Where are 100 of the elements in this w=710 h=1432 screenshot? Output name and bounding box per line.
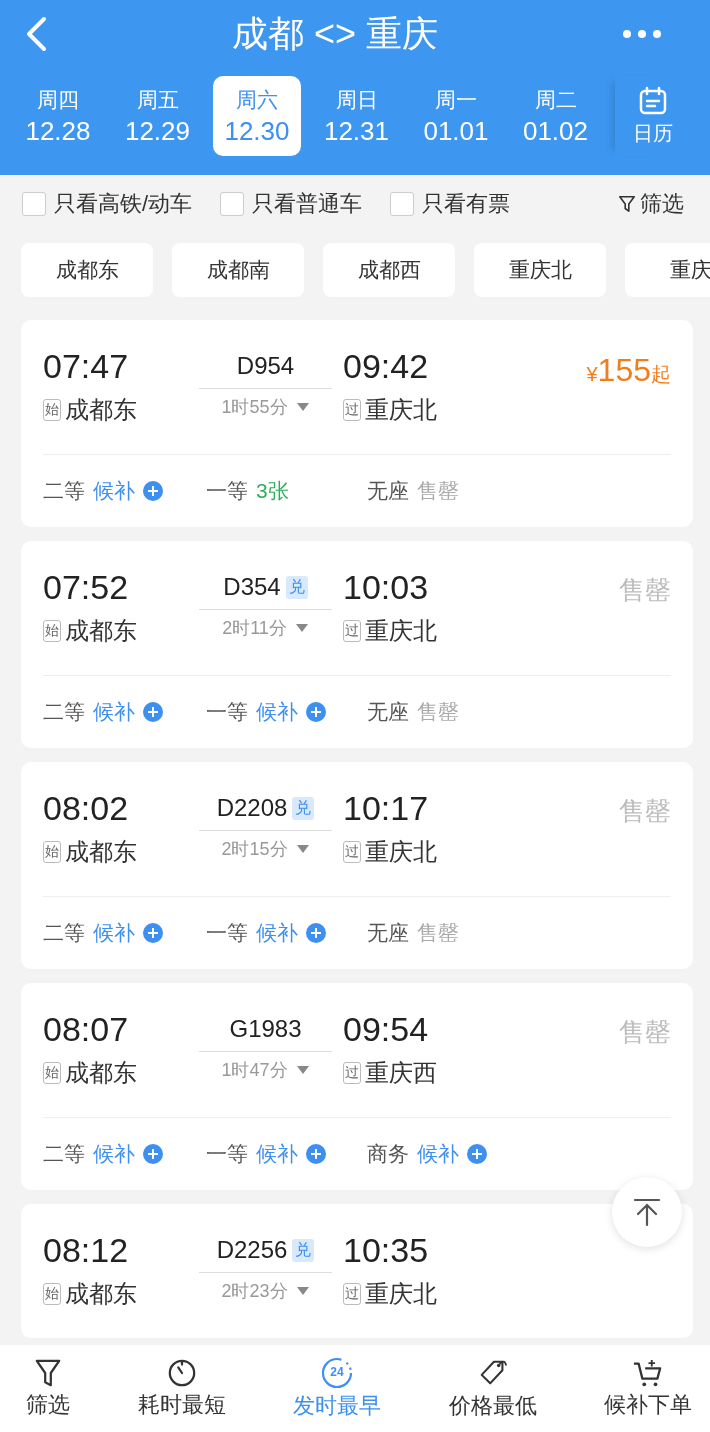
seat-class: 二等: [43, 699, 85, 725]
dropdown-icon[interactable]: [295, 844, 310, 854]
duration-label: 2时11分: [222, 617, 287, 640]
exchange-badge: 兑: [292, 796, 315, 820]
depart-time: 08:02: [43, 788, 130, 828]
exchange-badge: 兑: [285, 575, 308, 599]
more-icon[interactable]: [622, 29, 662, 39]
duration-label: 1时47分: [221, 1059, 288, 1082]
plus-icon[interactable]: [467, 1144, 487, 1164]
depart-time: 07:47: [43, 346, 130, 386]
pass-tag: 过: [343, 620, 361, 642]
origin-tag: 始: [43, 620, 61, 642]
filter-checkbox[interactable]: 只看有票: [390, 189, 511, 219]
plus-icon[interactable]: [143, 1144, 163, 1164]
sort-tab[interactable]: 耗时最短: [137, 1357, 226, 1420]
arrive-station: 重庆北: [365, 395, 437, 425]
filter-button[interactable]: 筛选: [618, 189, 684, 219]
seat-status: 候补: [93, 699, 135, 725]
plus-icon[interactable]: [306, 923, 326, 943]
pass-tag: 过: [343, 399, 361, 421]
sort-tab[interactable]: 候补下单: [604, 1357, 692, 1420]
train-number: D2256: [216, 1236, 288, 1264]
dropdown-icon[interactable]: [295, 1065, 310, 1075]
arrive-time: 10:03: [343, 567, 430, 607]
seat-class: 二等: [43, 920, 85, 946]
dropdown-icon[interactable]: [294, 623, 309, 633]
seat-class: 无座: [367, 920, 409, 946]
train-number: D354: [223, 573, 281, 601]
seat-status: 候补: [93, 1141, 135, 1167]
plus-icon[interactable]: [306, 702, 326, 722]
sort-tab[interactable]: 价格最低: [448, 1356, 537, 1421]
train-number: D2208: [216, 794, 288, 822]
back-icon[interactable]: [24, 16, 48, 52]
seat-status: 售罄: [417, 920, 459, 946]
train-card[interactable]: 07:52 始 成都东 D354 兑 2时11分 10:03 过 重庆北 售罄 二等 候补 一等 候补 无座 售罄: [21, 541, 693, 748]
filter-icon: [34, 1357, 62, 1388]
cart-icon: [632, 1357, 664, 1388]
pass-tag: 过: [343, 841, 361, 863]
arrive-time: 10:35: [343, 1230, 430, 1270]
plus-icon[interactable]: [143, 702, 163, 722]
arrive-time: 10:17: [343, 788, 430, 828]
depart-station: 成都东: [65, 1279, 137, 1309]
plus-icon[interactable]: [143, 923, 163, 943]
depart-station: 成都东: [65, 395, 137, 425]
station-chip[interactable]: 重庆北: [474, 243, 606, 297]
arrow-up-icon: [632, 1197, 662, 1227]
clock-icon: 24: [321, 1356, 353, 1389]
route-title: 成都 <> 重庆: [231, 11, 439, 56]
station-chip[interactable]: 成都东: [21, 243, 153, 297]
train-number: D954: [236, 352, 295, 380]
depart-time: 08:12: [43, 1230, 130, 1270]
seat-class: 一等: [206, 1141, 248, 1167]
origin-tag: 始: [43, 1062, 61, 1084]
train-card[interactable]: 07:47 始 成都东 D954 1时55分 09:42 过 重庆北 ¥155起 二等 候补 一等 3张 无座 售罄: [21, 320, 693, 527]
dropdown-icon[interactable]: [295, 402, 310, 412]
seat-status: 候补: [256, 1141, 298, 1167]
depart-station: 成都东: [65, 837, 137, 867]
train-card[interactable]: 08:12 始 成都东 D2256 兑 2时23分 10:35 过 重庆北: [21, 1204, 693, 1338]
sold-out-label: 售罄: [619, 796, 671, 826]
seat-status: 候补: [256, 699, 298, 725]
dropdown-icon[interactable]: [295, 1286, 310, 1296]
plus-icon[interactable]: [306, 1144, 326, 1164]
plus-icon[interactable]: [143, 481, 163, 501]
arrive-station: 重庆北: [365, 616, 437, 646]
station-chip[interactable]: 成都西: [323, 243, 455, 297]
stopwatch-icon: [166, 1357, 197, 1388]
seat-class: 无座: [367, 699, 409, 725]
filter-checkbox[interactable]: 只看高铁/动车: [22, 189, 193, 219]
price-label: ¥155起: [586, 352, 671, 388]
duration-label: 2时15分: [221, 838, 288, 861]
train-card[interactable]: 08:02 始 成都东 D2208 兑 2时15分 10:17 过 重庆北 售罄 二等 候补 一等 候补 无座 售罄: [21, 762, 693, 969]
seat-status: 候补: [93, 920, 135, 946]
duration-label: 2时23分: [221, 1280, 288, 1303]
origin-tag: 始: [43, 399, 61, 421]
arrive-station: 重庆西: [365, 1058, 437, 1088]
seat-status: 3张: [256, 478, 289, 504]
sold-out-label: 售罄: [619, 575, 671, 605]
pass-tag: 过: [343, 1062, 361, 1084]
seat-class: 一等: [206, 699, 248, 725]
filter-checkbox[interactable]: 只看普通车: [220, 189, 363, 219]
train-number: G1983: [229, 1015, 302, 1043]
depart-station: 成都东: [65, 1058, 137, 1088]
station-chip[interactable]: 成都南: [172, 243, 304, 297]
sold-out-label: 售罄: [619, 1017, 671, 1047]
calendar-icon: [638, 85, 668, 116]
train-card[interactable]: 08:07 始 成都东 G1983 1时47分 09:54 过 重庆西 售罄 二等 候补 一等 候补 商务 候补: [21, 983, 693, 1190]
arrive-time: 09:54: [343, 1009, 430, 1049]
seat-status: 售罄: [417, 478, 459, 504]
sort-tab[interactable]: 筛选: [26, 1357, 70, 1420]
pass-tag: 过: [343, 1283, 361, 1305]
origin-tag: 始: [43, 841, 61, 863]
depart-time: 08:07: [43, 1009, 130, 1049]
seat-class: 二等: [43, 1141, 85, 1167]
seat-status: 候补: [417, 1141, 459, 1167]
arrive-station: 重庆北: [365, 1279, 437, 1309]
duration-label: 1时55分: [221, 396, 288, 419]
seat-status: 候补: [93, 478, 135, 504]
seat-status: 售罄: [417, 699, 459, 725]
arrive-station: 重庆北: [365, 837, 437, 867]
arrive-time: 09:42: [343, 346, 430, 386]
